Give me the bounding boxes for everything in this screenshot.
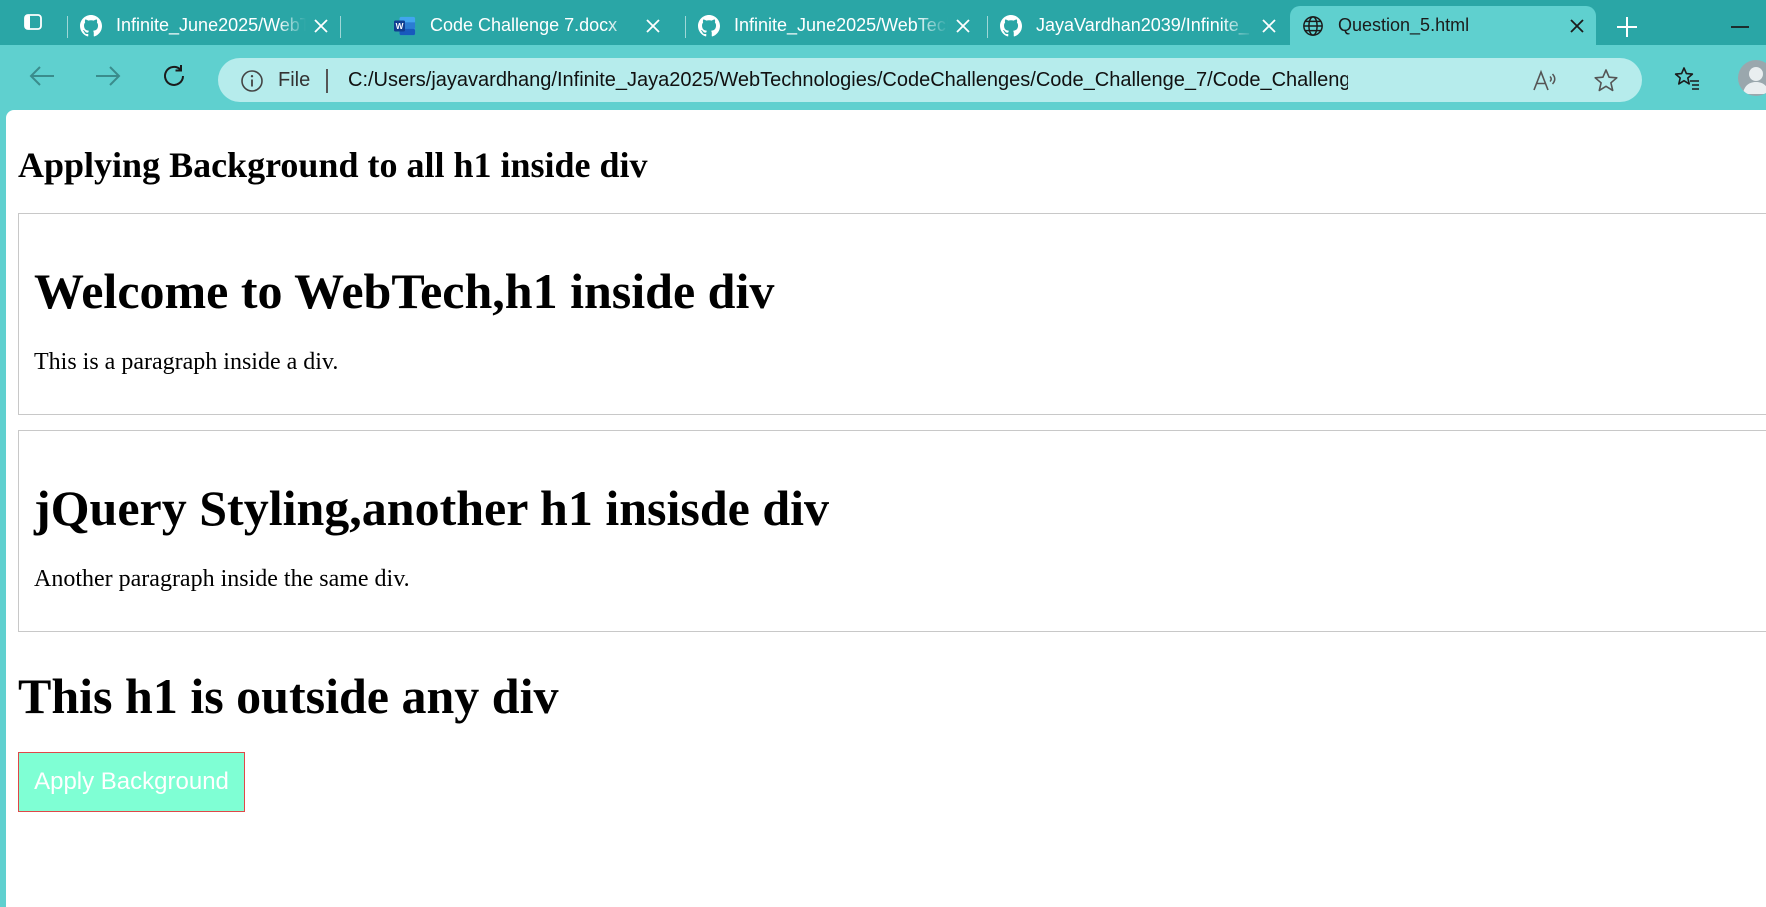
back-icon[interactable] (22, 57, 62, 95)
div-paragraph: This is a paragraph inside a div. (34, 349, 339, 375)
address-url[interactable]: C:/Users/jayavardhang/Infinite_Jaya2025/… (348, 69, 1348, 92)
tab-github-jayavardhan[interactable]: JayaVardhan2039/Infinite_ (987, 6, 1288, 45)
tab-code-challenge-docx[interactable]: W Code Challenge 7.docx (340, 6, 672, 45)
refresh-icon[interactable] (154, 57, 194, 95)
tab-separator (340, 16, 341, 38)
tab-title: Question_5.html (1338, 15, 1470, 35)
github-icon (698, 14, 720, 37)
tab-separator (987, 16, 988, 38)
tab-question-5-html[interactable]: Question_5.html (1290, 6, 1596, 45)
address-scheme-label[interactable]: File (278, 69, 310, 92)
favorites-icon[interactable] (1670, 62, 1704, 96)
tab-github-webtech-2[interactable]: Infinite_June2025/WebTech (685, 6, 982, 45)
browser-toolbar: File C:/Users/jayavardhang/Infinite_Jaya… (0, 45, 1766, 109)
outside-h1: This h1 is outside any div (18, 668, 559, 724)
svg-text:W: W (396, 22, 404, 31)
page-viewport: Applying Background to all h1 inside div… (6, 110, 1766, 907)
word-icon: W (394, 15, 416, 37)
apply-background-button[interactable]: Apply Background (18, 752, 245, 812)
minimize-icon[interactable] (1725, 12, 1755, 42)
forward-icon[interactable] (88, 57, 128, 95)
close-icon[interactable] (1562, 11, 1592, 41)
tab-separator (685, 16, 686, 38)
address-bar[interactable]: File C:/Users/jayavardhang/Infinite_Jaya… (218, 58, 1642, 102)
close-icon[interactable] (306, 11, 336, 41)
div-h1: Welcome to WebTech,h1 inside div (34, 263, 775, 319)
tab-title: JayaVardhan2039/Infinite_ (1036, 15, 1249, 35)
page-heading: Applying Background to all h1 inside div (18, 145, 648, 185)
tab-github-webtech-1[interactable]: Infinite_June2025/WebTech (67, 6, 340, 45)
div-h1: jQuery Styling,another h1 insisde div (34, 480, 830, 536)
content-div: Welcome to WebTech,h1 inside div This is… (18, 213, 1766, 415)
tab-title: Code Challenge 7.docx (430, 15, 618, 35)
read-aloud-icon[interactable] (1530, 67, 1558, 95)
profile-avatar-icon[interactable] (1738, 60, 1766, 96)
tab-actions-icon[interactable] (24, 14, 42, 30)
content-div: jQuery Styling,another h1 insisde div An… (18, 430, 1766, 632)
tab-title: Infinite_June2025/WebTech (734, 15, 948, 35)
close-icon[interactable] (1254, 11, 1284, 41)
close-icon[interactable] (948, 11, 978, 41)
github-icon (1000, 14, 1022, 37)
tab-strip: Infinite_June2025/WebTech W Code Challen… (0, 0, 1766, 45)
new-tab-icon[interactable] (1610, 12, 1644, 42)
globe-icon (1302, 15, 1324, 37)
tab-title: Infinite_June2025/WebTech (116, 15, 306, 35)
star-icon[interactable] (1592, 67, 1620, 95)
close-icon[interactable] (638, 11, 668, 41)
address-divider (326, 69, 328, 93)
github-icon (80, 14, 102, 37)
tab-separator (67, 16, 68, 38)
info-icon[interactable] (240, 69, 264, 93)
div-paragraph: Another paragraph inside the same div. (34, 566, 410, 592)
